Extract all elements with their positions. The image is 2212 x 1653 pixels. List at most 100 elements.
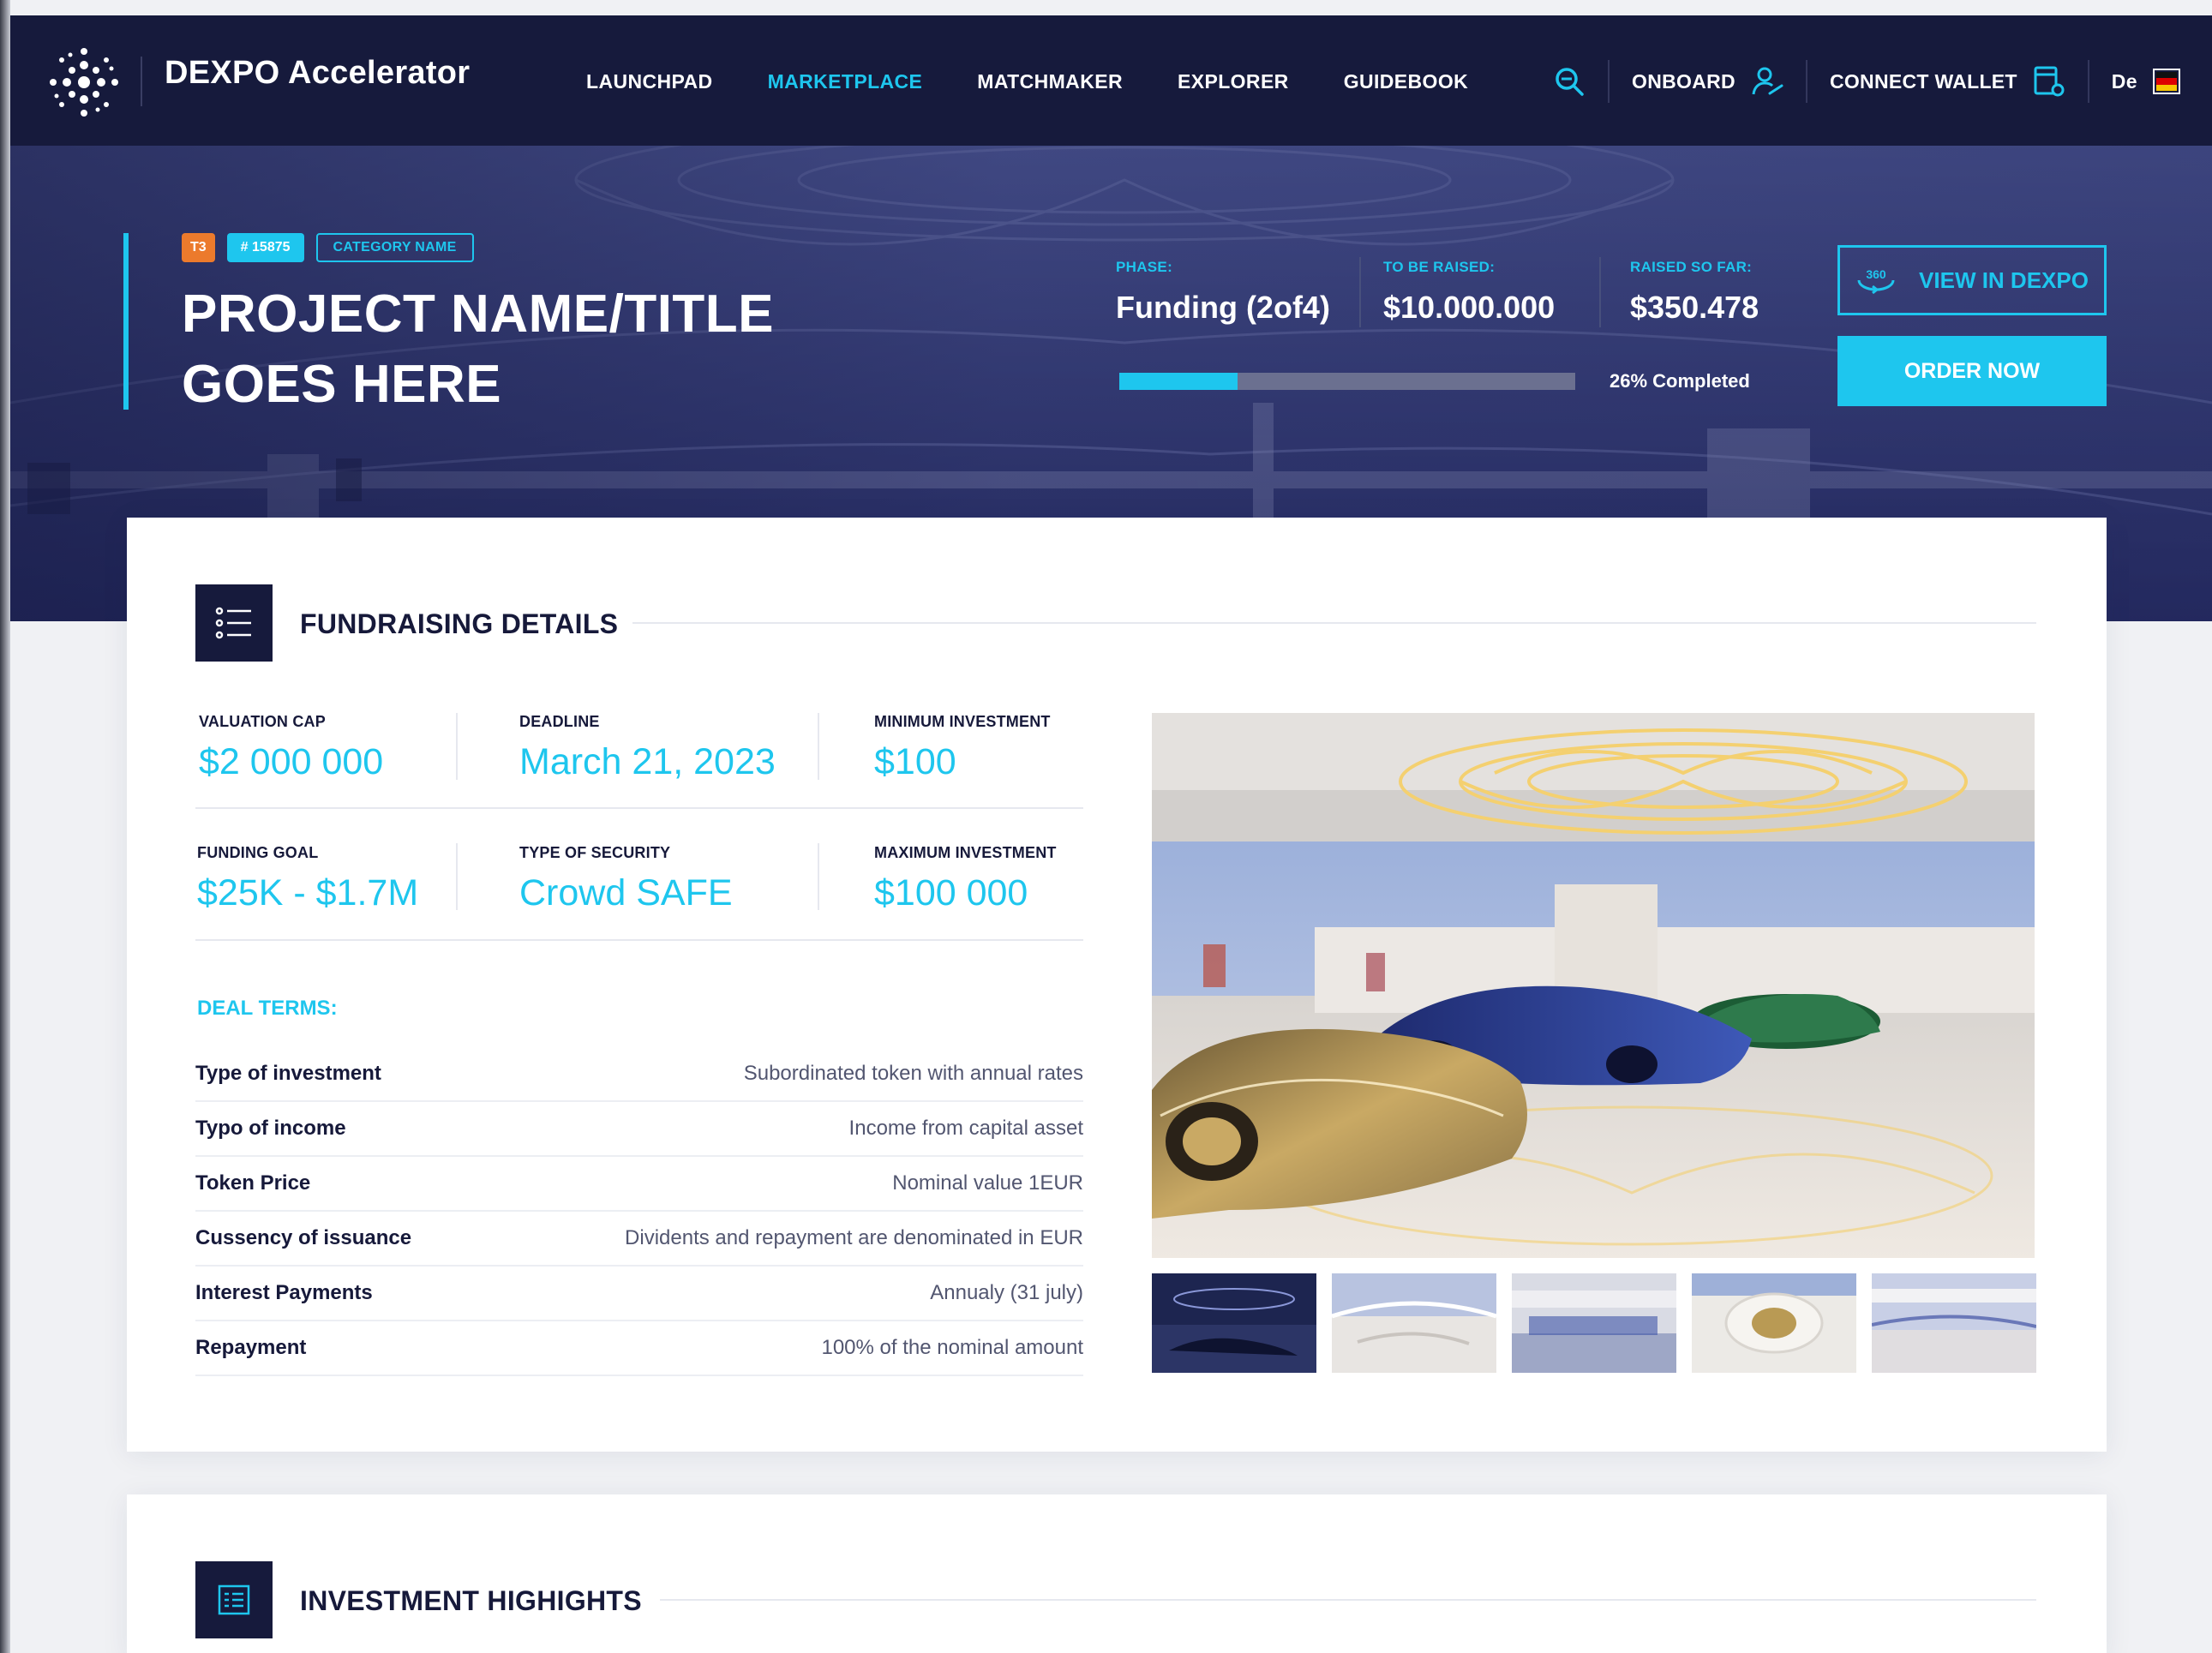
phase-value: Funding (2of4) [1116,290,1330,325]
deal-term-row: Token Price Nominal value 1EUR [195,1157,1083,1212]
deal-term-key: Typo of income [195,1117,346,1140]
gallery-thumbnail[interactable] [1512,1273,1676,1373]
deal-term-row: Type of investment Subordinated token wi… [195,1047,1083,1102]
stat-divider [1359,257,1361,327]
maximum-investment-value: $100 000 [874,872,1028,913]
raised-so-far-stat: RAISED SO FAR: $350.478 [1630,259,1759,326]
funding-goal-label: FUNDING GOAL [197,844,319,861]
column-divider [818,843,819,910]
stat-divider [1599,257,1601,327]
phase-label: PHASE: [1116,259,1173,275]
to-be-raised-stat: TO BE RAISED: $10.000.000 [1383,259,1555,326]
gallery-thumbnail[interactable] [1872,1273,2036,1373]
document-list-icon [195,1561,273,1638]
section-divider [632,622,2036,624]
deal-term-value: Dividents and repayment are denominated … [625,1226,1083,1249]
view-in-dexpo-button[interactable]: 360 VIEW IN DEXPO [1837,245,2107,315]
type-of-security-label: TYPE OF SECURITY [519,844,671,861]
project-gallery-main-image[interactable] [1152,713,2035,1258]
nav-explorer[interactable]: EXPLORER [1178,70,1289,93]
deal-term-row: Cussency of issuance Dividents and repay… [195,1212,1083,1267]
nav-matchmaker[interactable]: MATCHMAKER [977,70,1123,93]
column-divider [818,713,819,780]
deal-terms-list: Type of investment Subordinated token wi… [195,1047,1083,1376]
minimum-investment-value: $100 [874,741,956,782]
deal-term-key: Interest Payments [195,1281,373,1304]
deadline-label: DEADLINE [519,713,600,730]
title-accent-bar [123,233,129,410]
wallet-icon[interactable] [2033,64,2065,99]
raised-so-far-value: $350.478 [1630,290,1759,325]
deal-term-key: Token Price [195,1171,311,1195]
search-icon[interactable] [1553,65,1586,98]
phase-stat: PHASE: Funding (2of4) [1116,259,1330,326]
user-add-icon[interactable] [1751,65,1783,98]
connect-wallet-link[interactable]: CONNECT WALLET [1830,70,2017,93]
project-tags: T3 # 15875 CATEGORY NAME [182,233,474,262]
row-divider [195,807,1083,809]
deal-term-value: 100% of the nominal amount [821,1336,1083,1359]
deal-term-row: Repayment 100% of the nominal amount [195,1321,1083,1376]
gallery-thumbnail[interactable] [1332,1273,1496,1373]
type-of-security-value: Crowd SAFE [519,872,733,913]
brand-name[interactable]: DEXPO Accelerator [165,55,470,92]
deal-term-key: Cussency of issuance [195,1226,412,1249]
to-be-raised-label: TO BE RAISED: [1383,259,1496,275]
to-be-raised-value: $10.000.000 [1383,290,1556,325]
deadline-value: March 21, 2023 [519,741,776,782]
valuation-cap-label: VALUATION CAP [199,713,326,730]
deal-term-row: Interest Payments Annualy (31 july) [195,1267,1083,1321]
column-divider [456,843,458,910]
deal-term-value: Nominal value 1EUR [892,1171,1083,1195]
nav-guidebook[interactable]: GUIDEBOOK [1344,70,1468,93]
fundraising-details-title: FUNDRAISING DETAILS [300,608,619,639]
raised-so-far-label: RAISED SO FAR: [1630,259,1753,275]
list-icon [195,584,273,662]
funding-goal: FUNDING GOAL $25K - $1.7M [197,844,418,914]
view-in-dexpo-label: VIEW IN DEXPO [1919,267,2089,293]
nav-divider [1608,60,1610,103]
deal-term-key: Repayment [195,1336,307,1359]
deal-terms-title: DEAL TERMS: [197,997,338,1020]
minimum-investment: MINIMUM INVESTMENT $100 [874,713,1051,783]
nav-divider [2087,60,2089,103]
nav-actions: ONBOARD CONNECT WALLET De [1553,57,2180,106]
project-title-line2: GOES HERE [182,355,502,414]
column-divider [456,713,458,780]
onboard-link[interactable]: ONBOARD [1632,70,1735,93]
funding-progress-fill [1119,373,1238,390]
nav-launchpad[interactable]: LAUNCHPAD [586,70,713,93]
deal-term-value: Subordinated token with annual rates [743,1062,1083,1085]
tier-badge: T3 [182,233,215,262]
deadline: DEADLINE March 21, 2023 [519,713,776,783]
view-360-icon: 360 [1855,265,1897,296]
maximum-investment-label: MAXIMUM INVESTMENT [874,844,1057,861]
deal-term-value: Income from capital asset [848,1117,1083,1140]
row-divider [195,939,1083,941]
nav-marketplace[interactable]: MARKETPLACE [768,70,923,93]
minimum-investment-label: MINIMUM INVESTMENT [874,713,1051,730]
investment-highlights-card [127,1494,2107,1653]
nav-divider [1805,60,1807,103]
gallery-thumbnail[interactable] [1152,1273,1316,1373]
deal-term-row: Typo of income Income from capital asset [195,1102,1083,1157]
section-divider [660,1599,2036,1601]
maximum-investment: MAXIMUM INVESTMENT $100 000 [874,844,1057,914]
german-flag-icon[interactable] [2152,69,2180,94]
investment-highlights-title: INVESTMENT HIGHIGHTS [300,1585,642,1616]
project-id-badge: # 15875 [226,233,304,262]
project-title-line1: PROJECT NAME/TITLE [182,284,775,344]
category-badge[interactable]: CATEGORY NAME [315,233,474,262]
type-of-security: TYPE OF SECURITY Crowd SAFE [519,844,733,914]
funding-progress-bar [1119,373,1575,390]
deal-term-key: Type of investment [195,1062,381,1085]
order-now-button[interactable]: ORDER NOW [1837,336,2107,406]
main-menu: LAUNCHPAD MARKETPLACE MATCHMAKER EXPLORE… [586,70,1468,93]
gallery-thumbnail[interactable] [1692,1273,1856,1373]
language-selector[interactable]: De [2112,70,2137,93]
funding-goal-value: $25K - $1.7M [197,872,419,913]
dexpo-logo-icon[interactable] [41,39,127,125]
logo-divider [141,57,142,106]
project-title: PROJECT NAME/TITLE GOES HERE [182,279,936,420]
svg-text:360: 360 [1866,267,1886,281]
